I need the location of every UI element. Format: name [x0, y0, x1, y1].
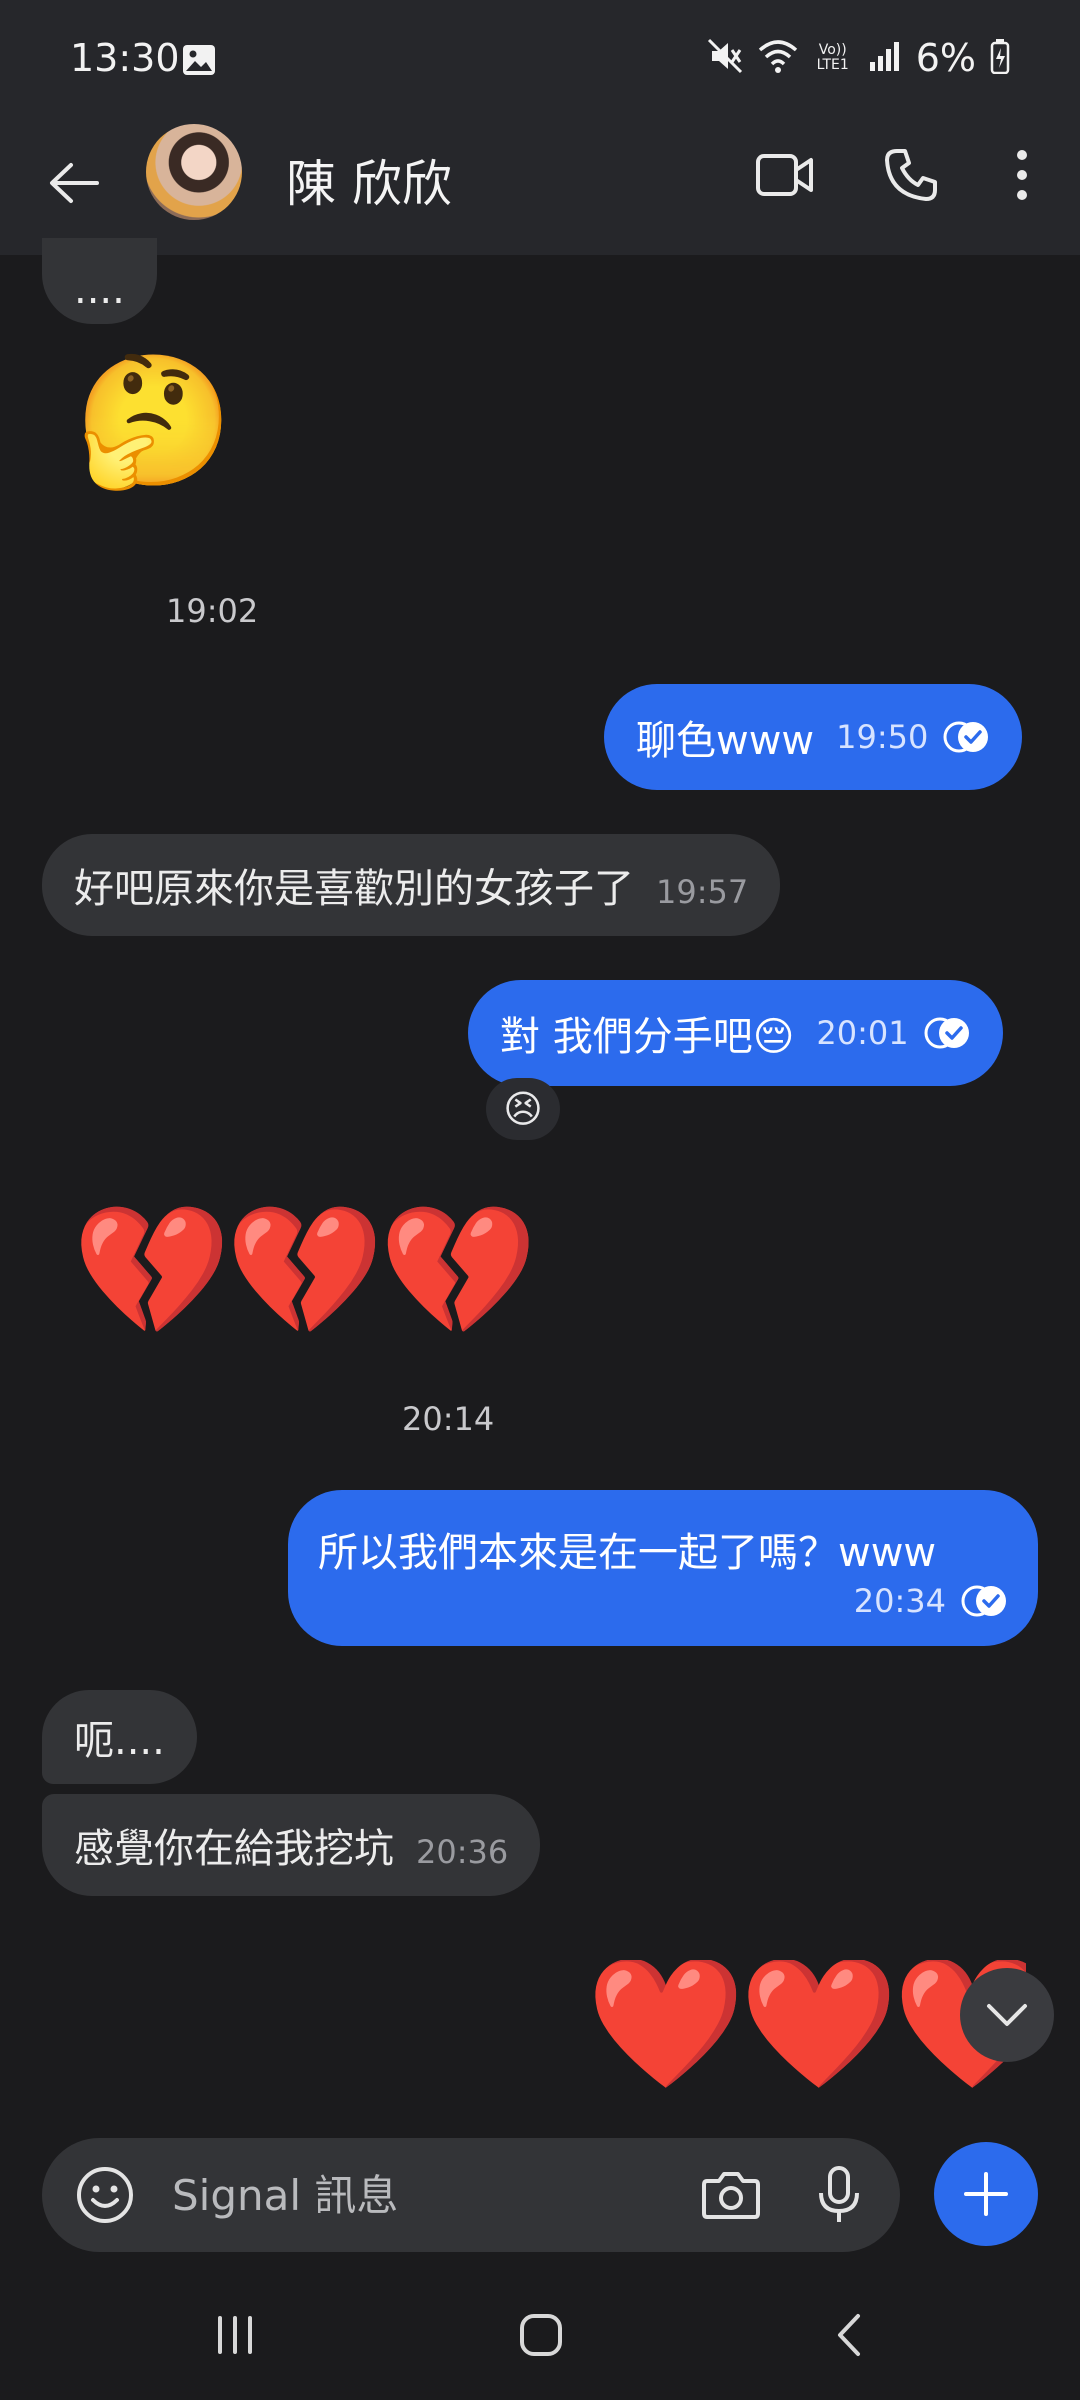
- back-arrow-icon: [50, 163, 99, 203]
- avatar[interactable]: [146, 124, 242, 220]
- voice-call-button[interactable]: [878, 142, 944, 208]
- plus-icon: [964, 2172, 1008, 2216]
- outgoing-message[interactable]: 所以我們本來是在一起了嗎？www 20:34: [288, 1490, 1038, 1646]
- video-call-button[interactable]: [752, 142, 818, 208]
- outgoing-message[interactable]: 聊色www 19:50: [604, 684, 1023, 790]
- message-text: ....: [74, 267, 125, 313]
- phone-icon: [885, 149, 937, 201]
- message-text: 呃....: [74, 1718, 165, 1764]
- camera-icon: [702, 2172, 760, 2219]
- more-options-button[interactable]: [1004, 142, 1040, 208]
- message-text: 感覺你在給我挖坑: [74, 1826, 394, 1872]
- read-receipt-icon: [923, 1016, 971, 1050]
- broken-heart-emoji[interactable]: 💔💔💔: [72, 1208, 538, 1336]
- add-attachment-button[interactable]: [934, 2142, 1038, 2246]
- battery-icon: [990, 38, 1010, 78]
- incoming-message[interactable]: 感覺你在給我挖坑 20:36: [42, 1794, 541, 1896]
- incoming-message[interactable]: 呃....: [42, 1690, 197, 1784]
- message-time: 19:50: [836, 718, 929, 756]
- conversation-header: 陳 欣欣: [0, 120, 1080, 255]
- message-time: 20:34: [853, 1582, 946, 1620]
- message-time: 19:02: [166, 592, 259, 630]
- scroll-to-bottom-button[interactable]: [960, 1968, 1054, 2062]
- chevron-down-icon: [987, 2004, 1027, 2026]
- status-icons: Vo)) LTE1 6%: [706, 36, 1010, 80]
- message-composer: [42, 2138, 900, 2252]
- system-navigation-bar: [0, 2282, 1080, 2400]
- message-text: 好吧原來你是喜歡別的女孩子了: [74, 866, 634, 912]
- recents-icon: [218, 2316, 252, 2354]
- incoming-message[interactable]: 好吧原來你是喜歡別的女孩子了 19:57: [42, 834, 781, 936]
- emoji-button[interactable]: [72, 2162, 138, 2228]
- video-call-icon: [756, 154, 813, 196]
- incoming-message[interactable]: ....: [42, 238, 157, 324]
- home-button[interactable]: [516, 2310, 566, 2364]
- message-text: 所以我們本來是在一起了嗎？www: [318, 1530, 937, 1576]
- message-text: 對 我們分手吧😔: [500, 1014, 795, 1060]
- thinking-face-emoji[interactable]: 🤔: [74, 358, 233, 486]
- home-icon: [520, 2314, 562, 2356]
- message-time: 20:14: [402, 1400, 495, 1438]
- read-receipt-icon: [960, 1584, 1008, 1618]
- message-input[interactable]: [172, 2164, 712, 2226]
- recents-button[interactable]: [210, 2310, 260, 2364]
- message-reaction[interactable]: 😣: [486, 1078, 560, 1140]
- wifi-icon: [758, 38, 798, 78]
- mic-icon: [819, 2166, 859, 2222]
- message-time: 19:57: [656, 873, 749, 911]
- system-back-button[interactable]: [826, 2310, 876, 2364]
- message-time: 20:36: [416, 1833, 509, 1871]
- emoji-icon: [77, 2167, 133, 2223]
- red-heart-emoji[interactable]: ❤️❤️❤️: [586, 1960, 1026, 2110]
- message-text: 聊色www: [636, 718, 815, 764]
- camera-button[interactable]: [698, 2162, 764, 2228]
- mic-button[interactable]: [806, 2162, 872, 2228]
- network-label: Vo)) LTE1: [816, 42, 849, 73]
- chevron-left-icon: [838, 2314, 860, 2356]
- read-receipt-icon: [942, 720, 990, 754]
- status-bar: 13:30 Vo)) LTE1 6%: [0, 0, 1080, 120]
- more-vert-icon: [1017, 150, 1027, 200]
- signal-icon: [868, 40, 902, 76]
- message-time: 20:01: [816, 1014, 909, 1052]
- mute-icon: [706, 37, 744, 79]
- back-button[interactable]: [38, 148, 108, 218]
- gallery-notification-icon: [182, 44, 216, 80]
- contact-name[interactable]: 陳 欣欣: [286, 144, 452, 216]
- outgoing-message[interactable]: 對 我們分手吧😔 20:01: [468, 980, 1003, 1086]
- status-time: 13:30: [70, 36, 180, 80]
- battery-percent: 6%: [915, 36, 976, 80]
